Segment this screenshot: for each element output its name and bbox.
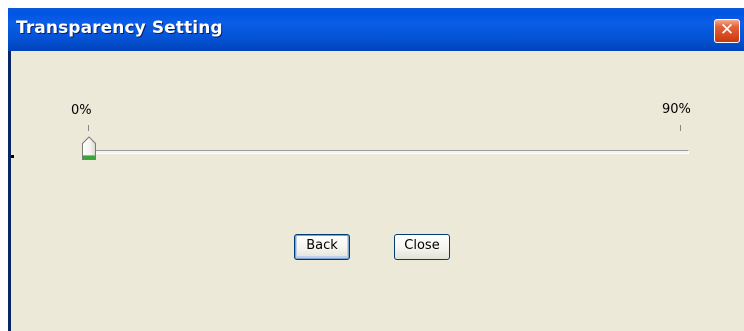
back-button[interactable]: Back	[294, 234, 350, 260]
slider-min-tick	[88, 125, 89, 131]
window-title: Transparency Setting	[16, 18, 223, 38]
transparency-setting-window: Transparency Setting ✕ 0% 90% Back Close	[8, 8, 744, 331]
window-close-button[interactable]: ✕	[714, 19, 740, 43]
edge-mark	[11, 155, 14, 158]
close-icon: ✕	[719, 20, 735, 40]
dialog-body: 0% 90% Back Close	[11, 51, 744, 331]
slider-max-label: 90%	[662, 102, 691, 117]
transparency-slider-thumb[interactable]	[81, 136, 97, 161]
slider-min-label: 0%	[71, 103, 92, 118]
title-bar[interactable]: Transparency Setting ✕	[8, 8, 744, 51]
close-button[interactable]: Close	[394, 234, 450, 260]
slider-max-tick	[680, 125, 681, 131]
transparency-slider-track[interactable]	[83, 150, 689, 154]
